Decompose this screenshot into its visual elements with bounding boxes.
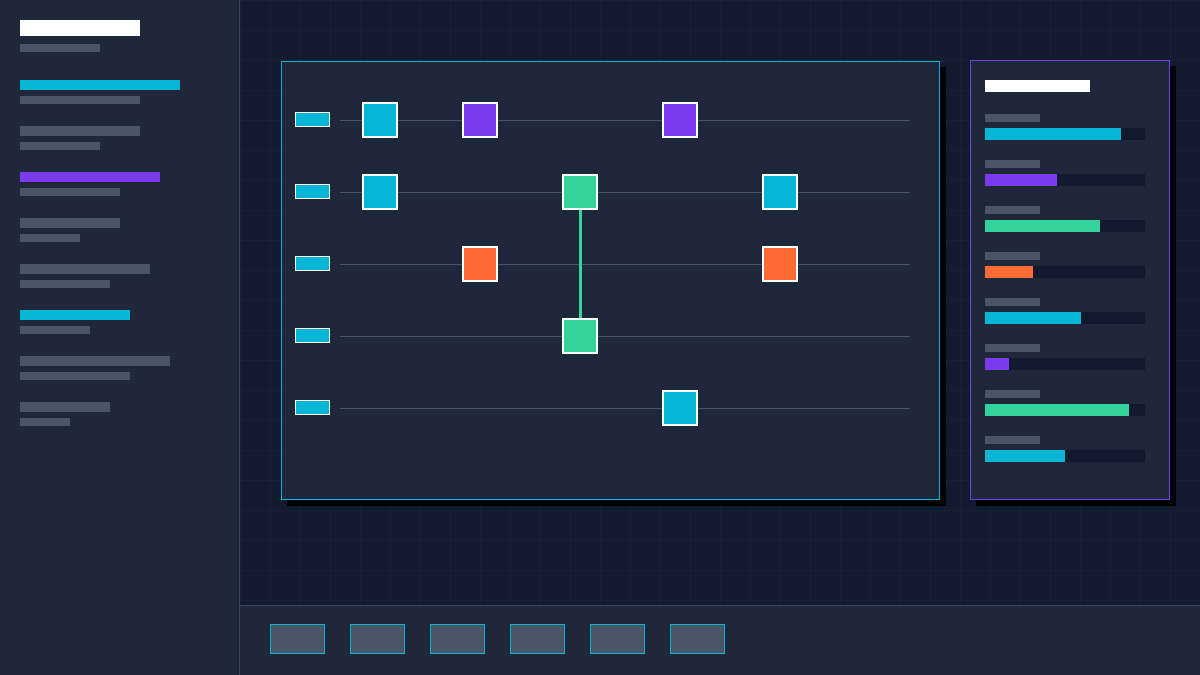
meter-label-placeholder bbox=[985, 390, 1040, 398]
circuit-gate[interactable] bbox=[362, 174, 398, 210]
meter-label-placeholder bbox=[985, 344, 1040, 352]
wire-label-chip[interactable] bbox=[295, 400, 330, 415]
sidebar-item[interactable] bbox=[20, 126, 140, 150]
meter-fill bbox=[985, 220, 1101, 232]
circuit-canvas[interactable] bbox=[281, 61, 940, 500]
circuit-gate[interactable] bbox=[662, 102, 698, 138]
panel-title-placeholder bbox=[985, 80, 1090, 92]
meter-row bbox=[985, 114, 1145, 140]
circuit-gate[interactable] bbox=[562, 318, 598, 354]
circuit-gate[interactable] bbox=[762, 174, 798, 210]
meter-row bbox=[985, 436, 1145, 462]
meter-track bbox=[985, 174, 1145, 186]
circuit-gate[interactable] bbox=[462, 102, 498, 138]
meter-fill bbox=[985, 174, 1057, 186]
sidebar-item-label-placeholder bbox=[20, 356, 170, 366]
toolbar-button[interactable] bbox=[590, 624, 645, 654]
sidebar-item[interactable] bbox=[20, 218, 120, 242]
circuit-gate[interactable] bbox=[362, 102, 398, 138]
toolbar-button[interactable] bbox=[270, 624, 325, 654]
sidebar-item-label-placeholder bbox=[20, 80, 180, 90]
meter-row bbox=[985, 344, 1145, 370]
sidebar-item-caption-placeholder bbox=[20, 372, 130, 380]
meter-track bbox=[985, 312, 1145, 324]
meter-label-placeholder bbox=[985, 436, 1040, 444]
meter-row bbox=[985, 252, 1145, 278]
meter-track bbox=[985, 358, 1145, 370]
sidebar-item[interactable] bbox=[20, 80, 180, 104]
qubit-wire bbox=[340, 264, 910, 265]
sidebar-item-label-placeholder bbox=[20, 126, 140, 136]
meter-label-placeholder bbox=[985, 206, 1040, 214]
meter-track bbox=[985, 128, 1145, 140]
meter-row bbox=[985, 160, 1145, 186]
wire-label-chip[interactable] bbox=[295, 256, 330, 271]
meter-row bbox=[985, 206, 1145, 232]
meter-label-placeholder bbox=[985, 160, 1040, 168]
meter-track bbox=[985, 266, 1145, 278]
sidebar-item-label-placeholder bbox=[20, 218, 120, 228]
wire-label-chip[interactable] bbox=[295, 328, 330, 343]
toolbar-button[interactable] bbox=[430, 624, 485, 654]
wire-label-chip[interactable] bbox=[295, 184, 330, 199]
sidebar-title-placeholder bbox=[20, 20, 140, 36]
toolbar-button[interactable] bbox=[510, 624, 565, 654]
bottom-toolbar bbox=[240, 605, 1200, 675]
qubit-wire bbox=[340, 192, 910, 193]
meter-track bbox=[985, 220, 1145, 232]
qubit-wire bbox=[340, 120, 910, 121]
meter-track bbox=[985, 404, 1145, 416]
circuit-gate[interactable] bbox=[662, 390, 698, 426]
circuit-gate[interactable] bbox=[562, 174, 598, 210]
meter-fill bbox=[985, 128, 1121, 140]
sidebar-item[interactable] bbox=[20, 356, 170, 380]
qubit-wire bbox=[340, 408, 910, 409]
wire-label-chip[interactable] bbox=[295, 112, 330, 127]
sidebar-item-caption-placeholder bbox=[20, 96, 140, 104]
sidebar-subtitle-placeholder bbox=[20, 44, 100, 52]
meter-label-placeholder bbox=[985, 298, 1040, 306]
circuit-gate[interactable] bbox=[762, 246, 798, 282]
sidebar-item-label-placeholder bbox=[20, 310, 130, 320]
meter-track bbox=[985, 450, 1145, 462]
toolbar-button[interactable] bbox=[350, 624, 405, 654]
meter-fill bbox=[985, 312, 1081, 324]
sidebar-item[interactable] bbox=[20, 310, 130, 334]
sidebar-item-caption-placeholder bbox=[20, 234, 80, 242]
qubit-wire bbox=[340, 336, 910, 337]
meter-row bbox=[985, 298, 1145, 324]
meter-fill bbox=[985, 266, 1033, 278]
meter-label-placeholder bbox=[985, 252, 1040, 260]
sidebar-item-caption-placeholder bbox=[20, 326, 90, 334]
meter-row bbox=[985, 390, 1145, 416]
sidebar-item-caption-placeholder bbox=[20, 142, 100, 150]
sidebar-item-caption-placeholder bbox=[20, 280, 110, 288]
sidebar-item-caption-placeholder bbox=[20, 418, 70, 426]
meter-fill bbox=[985, 450, 1065, 462]
toolbar-button[interactable] bbox=[670, 624, 725, 654]
sidebar bbox=[0, 0, 240, 675]
sidebar-item[interactable] bbox=[20, 264, 150, 288]
sidebar-item-label-placeholder bbox=[20, 172, 160, 182]
sidebar-item-label-placeholder bbox=[20, 402, 110, 412]
sidebar-item[interactable] bbox=[20, 402, 110, 426]
meter-fill bbox=[985, 358, 1009, 370]
circuit-gate[interactable] bbox=[462, 246, 498, 282]
meter-fill bbox=[985, 404, 1129, 416]
meter-label-placeholder bbox=[985, 114, 1040, 122]
sidebar-item[interactable] bbox=[20, 172, 160, 196]
gate-connector bbox=[579, 192, 582, 336]
sidebar-item-label-placeholder bbox=[20, 264, 150, 274]
sidebar-item-caption-placeholder bbox=[20, 188, 120, 196]
properties-panel bbox=[970, 60, 1170, 500]
